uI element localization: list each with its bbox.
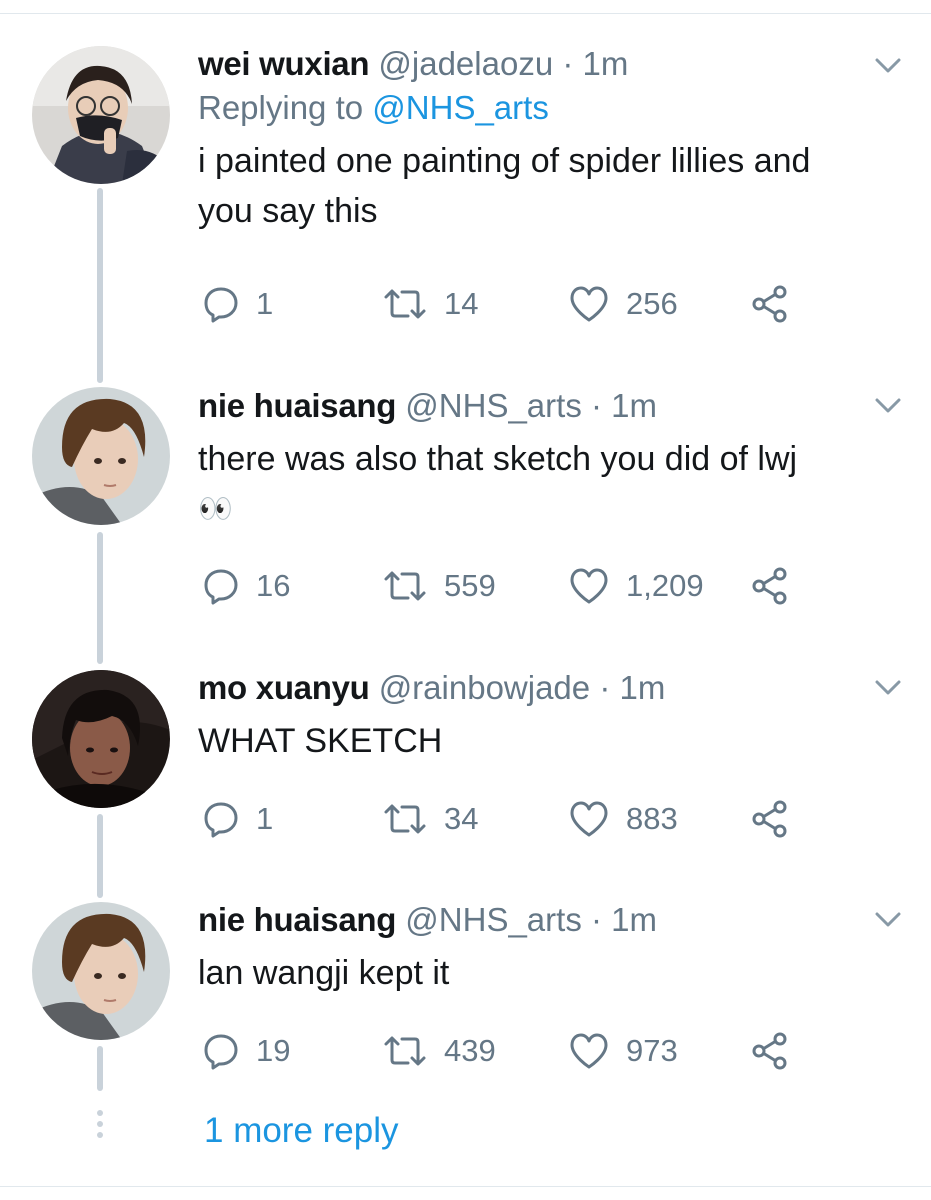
heart-icon [570,1033,608,1069]
chevron-down-icon[interactable] [873,56,903,76]
share-button[interactable] [750,1026,790,1076]
thread-connector [97,814,103,898]
reply-count: 19 [256,1033,291,1068]
display-name[interactable]: mo xuanyu [198,669,370,706]
tweet-text: there was also that sketch you did of lw… [198,434,891,534]
replying-to-label: Replying to [198,89,364,126]
avatar[interactable] [32,670,170,808]
heart-icon [570,801,608,837]
separator: · [591,901,602,938]
display-name[interactable]: nie huaisang [198,901,396,938]
heart-icon [570,286,608,322]
share-icon [752,800,787,838]
like-count: 973 [626,1033,678,1068]
retweet-count: 439 [444,1033,496,1068]
tweet-actions: 16 559 1,209 [198,561,818,611]
tweet-header: nie huaisang @NHS_arts · 1m [198,386,891,426]
reply-icon [204,569,238,605]
tweet-text: lan wangji kept it [198,948,891,998]
reply-count: 16 [256,568,291,603]
retweet-icon [384,289,426,319]
bottom-divider [0,1186,931,1187]
reply-button[interactable]: 1 [202,279,273,329]
tweet-text-line: i painted one painting of spider lillies… [198,142,811,180]
reply-button[interactable]: 19 [202,1026,290,1076]
tweet-header: mo xuanyu @rainbowjade · 1m [198,668,891,708]
separator: · [562,45,574,82]
thread-dots [96,1110,104,1138]
retweet-icon [384,571,426,601]
handle[interactable]: @NHS_arts [405,901,582,938]
separator: · [591,387,602,424]
share-button[interactable] [750,794,790,844]
reply-icon [204,1034,238,1070]
reply-count: 1 [256,286,274,321]
thread-connector [97,188,103,383]
handle[interactable]: @NHS_arts [405,387,582,424]
share-icon [752,285,787,323]
avatar[interactable] [32,902,170,1040]
tweet-text-line: lan wangji kept it [198,954,450,992]
tweet-actions: 1 34 883 [198,794,818,844]
tweet-text-line: 👀 [198,493,233,524]
timestamp[interactable]: 1m [583,45,629,82]
tweet-text-line: you say this [198,192,378,230]
display-name[interactable]: nie huaisang [198,387,396,424]
like-button[interactable]: 973 [568,1026,678,1076]
share-button[interactable] [750,279,790,329]
thread-connector [97,1046,103,1091]
chevron-down-icon[interactable] [873,910,903,930]
timestamp[interactable]: 1m [611,901,657,938]
like-count: 1,209 [626,568,704,603]
retweet-count: 14 [444,286,479,321]
tweet-text-line: WHAT SKETCH [198,722,443,760]
reply-button[interactable]: 16 [202,561,290,611]
like-button[interactable]: 883 [568,794,678,844]
timestamp[interactable]: 1m [611,387,657,424]
handle[interactable]: @rainbowjade [379,669,590,706]
tweet-text-line: there was also that sketch you did of lw… [198,440,798,478]
avatar[interactable] [32,387,170,525]
share-button[interactable] [750,561,790,611]
retweet-button[interactable]: 559 [382,561,496,611]
retweet-count: 559 [444,568,496,603]
retweet-button[interactable]: 14 [382,279,478,329]
reply-icon [204,802,238,838]
tweet-header: nie huaisang @NHS_arts · 1m [198,900,891,940]
separator: · [599,669,611,706]
tweet-text: WHAT SKETCH [198,716,891,766]
timestamp[interactable]: 1m [620,669,666,706]
chevron-down-icon[interactable] [873,396,903,416]
replying-to: Replying to @NHS_arts [198,84,891,132]
handle[interactable]: @jadelaozu [378,45,553,82]
share-icon [752,567,787,605]
reply-icon [204,287,238,323]
tweet-text: i painted one painting of spider lillies… [198,136,891,236]
retweet-icon [384,1036,426,1066]
replying-to-mention[interactable]: @NHS_arts [372,89,549,126]
like-count: 883 [626,801,678,836]
like-button[interactable]: 1,209 [568,561,704,611]
reply-button[interactable]: 1 [202,794,273,844]
like-count: 256 [626,286,678,321]
tweet-actions: 19 439 973 [198,1026,818,1076]
tweet-header: wei wuxian @jadelaozu · 1m [198,44,891,84]
tweet-actions: 1 14 256 [198,279,818,329]
retweet-count: 34 [444,801,479,836]
heart-icon [570,568,608,604]
retweet-button[interactable]: 439 [382,1026,496,1076]
share-icon [752,1032,787,1070]
display-name[interactable]: wei wuxian [198,45,370,82]
like-button[interactable]: 256 [568,279,678,329]
more-replies-link[interactable]: 1 more reply [204,1106,399,1156]
chevron-down-icon[interactable] [873,678,903,698]
reply-count: 1 [256,801,274,836]
retweet-button[interactable]: 34 [382,794,478,844]
retweet-icon [384,804,426,834]
thread-connector [97,532,103,664]
avatar[interactable] [32,46,170,184]
top-divider [0,13,931,14]
